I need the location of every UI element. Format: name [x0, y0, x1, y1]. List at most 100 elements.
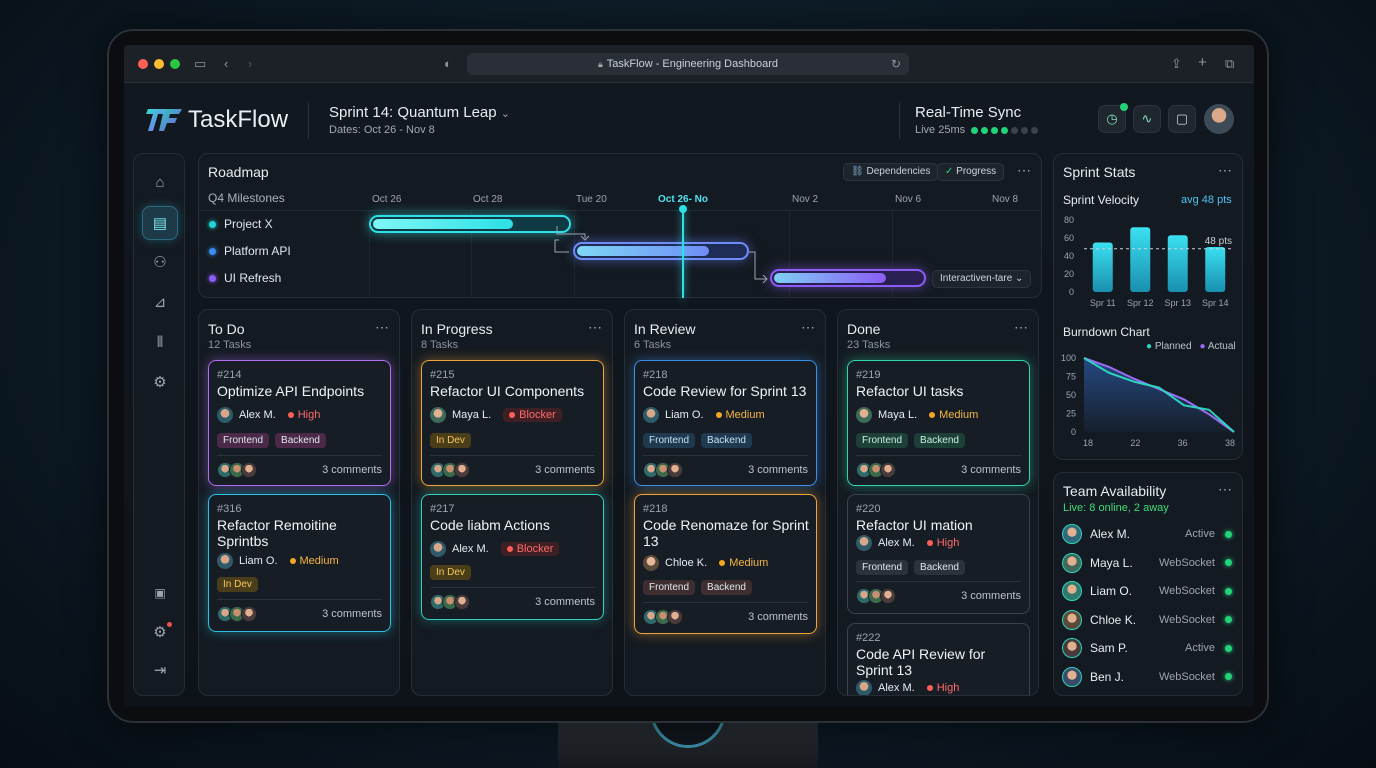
- project-x-dot: [209, 220, 216, 228]
- column-done: Done 23 Tasks ⋯ #219 Refactor UI tasks M…: [837, 309, 1039, 696]
- comments-count[interactable]: 3 comments: [322, 608, 382, 620]
- assignee-avatar: [856, 680, 872, 695]
- comments-count[interactable]: 3 comments: [535, 464, 595, 476]
- progress-button[interactable]: ✓ Progress: [937, 163, 1005, 181]
- new-tab-icon[interactable]: +: [1198, 54, 1207, 71]
- task-tags: Frontend Backend: [856, 560, 965, 575]
- team-member-row[interactable]: Ben J. WebSocket: [1062, 666, 1232, 688]
- maximize-window-button[interactable]: [170, 59, 180, 69]
- team-member-row[interactable]: Alex M. Active: [1062, 523, 1232, 545]
- team-icon[interactable]: ⚇: [142, 246, 178, 280]
- velocity-bar[interactable]: [1205, 247, 1226, 292]
- stats-more-icon[interactable]: ⋯: [1218, 162, 1233, 179]
- header-divider: [308, 103, 309, 139]
- task-card[interactable]: #316 Refactor Remoitine Sprintbs Liam O.…: [208, 494, 391, 632]
- team-member-row[interactable]: Sam P. Active: [1062, 637, 1232, 659]
- member-name: Liam O.: [1090, 584, 1133, 598]
- column-more-icon[interactable]: ⋯: [588, 319, 603, 336]
- help-icon[interactable]: ▣: [142, 576, 178, 610]
- tabs-overview-icon[interactable]: ⧉: [1225, 56, 1234, 72]
- close-window-button[interactable]: [138, 59, 148, 69]
- forward-icon[interactable]: ›: [248, 56, 252, 71]
- comments-count[interactable]: 3 comments: [535, 596, 595, 608]
- velocity-y-tick: 60: [1064, 233, 1074, 243]
- sync-title: Real-Time Sync: [915, 104, 1022, 121]
- back-icon[interactable]: ‹: [224, 56, 228, 71]
- velocity-bar[interactable]: [1130, 227, 1151, 292]
- task-assignee: Maya L. Blocker: [430, 407, 562, 423]
- sidebar-toggle-icon[interactable]: ▭: [194, 56, 206, 72]
- roadmap-item-platform-api[interactable]: Platform API: [209, 244, 291, 258]
- minimize-window-button[interactable]: [154, 59, 164, 69]
- member-status: WebSocket: [1158, 613, 1215, 626]
- member-status: WebSocket: [1158, 585, 1215, 597]
- board-icon[interactable]: ▤: [142, 206, 178, 240]
- reload-icon[interactable]: ↻: [891, 53, 901, 75]
- comments-count[interactable]: 3 comments: [748, 611, 808, 623]
- user-avatar[interactable]: [1204, 104, 1234, 134]
- task-title: Code Review for Sprint 13: [643, 383, 807, 399]
- comments-count[interactable]: 3 comments: [961, 590, 1021, 602]
- task-title: Code API Review for Sprint 13: [856, 646, 986, 678]
- tag: Frontend: [856, 433, 909, 448]
- online-status-dot: [1225, 530, 1232, 538]
- column-count: 6 Tasks: [634, 339, 672, 351]
- logout-icon[interactable]: ⇥: [142, 654, 178, 688]
- roadmap-item-project-x[interactable]: Project X: [209, 217, 273, 231]
- assignee-avatar: [643, 407, 659, 423]
- task-card[interactable]: #215 Refactor UI Components Maya L. Block…: [421, 360, 604, 486]
- task-card[interactable]: #219 Refactor UI tasks Maya L. Medium Fro…: [847, 360, 1030, 486]
- task-number: #215: [430, 369, 455, 381]
- roadmap-more-icon[interactable]: ⋯: [1017, 162, 1032, 179]
- app-logo[interactable]: TaskFlow: [146, 105, 288, 135]
- pipeline-icon[interactable]: ⫴: [142, 326, 178, 360]
- share-icon[interactable]: ⇪: [1171, 56, 1182, 72]
- column-more-icon[interactable]: ⋯: [375, 319, 390, 336]
- task-card[interactable]: #218 Code Renomaze for Sprint 13 Chloe K…: [634, 494, 817, 634]
- shield-icon[interactable]: ◐: [444, 56, 452, 71]
- team-more-icon[interactable]: ⋯: [1218, 481, 1233, 498]
- dependencies-button[interactable]: ⛓ Dependencies: [843, 163, 939, 181]
- column-title: Done: [847, 321, 881, 337]
- velocity-bar[interactable]: [1092, 242, 1113, 293]
- column-more-icon[interactable]: ⋯: [801, 319, 816, 336]
- column-more-icon[interactable]: ⋯: [1014, 319, 1029, 336]
- column-in-progress: In Progress 8 Tasks ⋯ #215 Refactor UI C…: [411, 309, 613, 696]
- gantt-bar-ui-refresh[interactable]: [770, 269, 926, 287]
- gantt-bar-project-x[interactable]: [369, 215, 571, 233]
- velocity-bar[interactable]: [1167, 235, 1188, 292]
- assignee-avatar: [643, 555, 659, 571]
- comments-count[interactable]: 3 comments: [961, 464, 1021, 476]
- task-card[interactable]: #214 Optimize API Endpoints Alex M. High …: [208, 360, 391, 486]
- preferences-icon[interactable]: ⚙: [142, 616, 178, 650]
- card-divider: [643, 455, 808, 456]
- settings-icon[interactable]: ⚙: [142, 366, 178, 400]
- task-card[interactable]: #220 Refactor UI mation Alex M. High Fron…: [847, 494, 1030, 614]
- online-status-dot: [1225, 587, 1232, 595]
- chat-icon: ▢: [1175, 111, 1189, 126]
- task-number: #220: [856, 503, 881, 515]
- activity-button[interactable]: ∿: [1133, 105, 1161, 133]
- team-member-row[interactable]: Liam O. WebSocket: [1062, 580, 1232, 602]
- address-bar[interactable]: 🔒︎ TaskFlow - Engineering Dashboard ↻: [467, 53, 909, 75]
- roadmap-item-ui-refresh[interactable]: UI Refresh: [209, 271, 281, 285]
- comments-count[interactable]: 3 comments: [748, 464, 808, 476]
- task-card[interactable]: #222 Code API Review for Sprint 13 Alex …: [847, 623, 1030, 695]
- task-card[interactable]: #218 Code Review for Sprint 13 Liam O. Me…: [634, 360, 817, 486]
- messages-button[interactable]: ▢: [1168, 105, 1196, 133]
- team-member-row[interactable]: Maya L. WebSocket: [1062, 552, 1232, 574]
- task-card[interactable]: #217 Code liabm Actions Alex M. Blocker I…: [421, 494, 604, 620]
- timer-button[interactable]: ◷: [1098, 103, 1128, 133]
- comments-count[interactable]: 3 comments: [322, 464, 382, 476]
- team-member-row[interactable]: Chloe K. WebSocket: [1062, 609, 1232, 631]
- online-status-dot: [1225, 616, 1232, 623]
- sync-signal-dots: [971, 126, 1039, 134]
- column-title: In Review: [634, 321, 696, 337]
- sidebar: ⌂ ▤ ⚇ ⊿ ⫴ ⚙ ▣ ⚙ ⇥: [133, 153, 185, 696]
- collaborator-avatars: [856, 588, 896, 604]
- home-icon[interactable]: ⌂: [142, 166, 178, 200]
- member-status: WebSocket: [1158, 556, 1215, 569]
- interaction-dropdown[interactable]: Interactiven-tare ⌄: [932, 270, 1032, 288]
- sprint-selector[interactable]: Sprint 14: Quantum Leap ⌄: [329, 104, 510, 121]
- analytics-icon[interactable]: ⊿: [142, 286, 178, 320]
